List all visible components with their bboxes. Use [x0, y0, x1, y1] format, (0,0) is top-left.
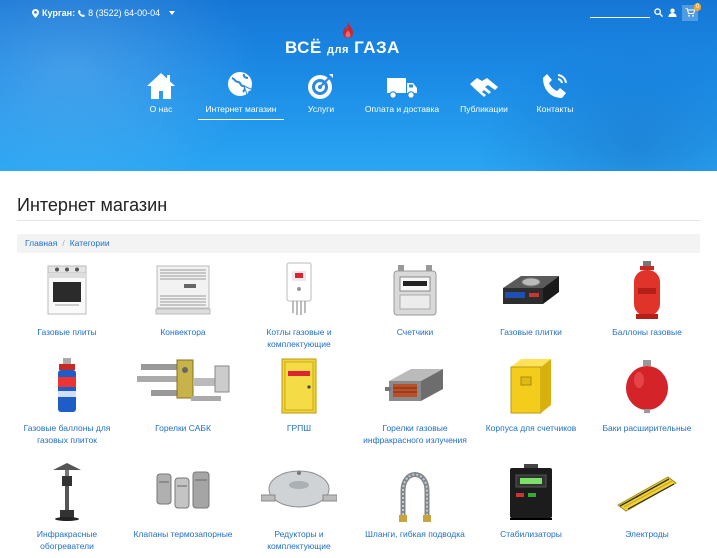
- breadcrumb-categories-link[interactable]: Категории: [70, 238, 110, 248]
- portable-stove-icon: [499, 270, 563, 315]
- boiler-icon: [281, 261, 317, 324]
- category-name: Корпуса для счетчиков: [485, 423, 577, 433]
- category-card[interactable]: Клапаны термозапорные: [126, 462, 240, 540]
- nav-item-contacts[interactable]: Контакты: [532, 72, 578, 114]
- infrared-burner-icon: [383, 363, 447, 414]
- category-name: ГРПШ: [286, 423, 312, 433]
- category-name: Счетчики: [396, 327, 434, 337]
- phone-icon: [541, 72, 569, 102]
- category-card[interactable]: Газовые плитки: [474, 260, 588, 338]
- convector-icon: [154, 262, 212, 323]
- nav-item-label: Интернет магазин: [198, 104, 284, 120]
- category-name: Газовые плиты: [37, 327, 97, 337]
- phone-icon: [78, 9, 86, 17]
- category-card[interactable]: Стабилизаторы: [474, 462, 588, 540]
- category-name: Инфракрасные обогреватели: [36, 529, 98, 551]
- category-card[interactable]: Корпуса для счетчиков: [474, 356, 588, 434]
- category-name: Баки расширительные: [602, 423, 692, 433]
- site-logo[interactable]: ВСЁ для ГАЗА: [283, 22, 433, 57]
- expansion-tank-icon: [624, 358, 670, 419]
- page-title: Интернет магазин: [17, 195, 168, 215]
- gas-can-icon: [53, 357, 81, 420]
- valve-icon: [153, 468, 213, 521]
- search-icon[interactable]: [654, 4, 664, 22]
- breadcrumb: Главная / Категории: [17, 234, 700, 253]
- category-card[interactable]: Конвектора: [126, 260, 240, 338]
- meter-box-icon: [507, 357, 555, 420]
- category-name: Стабилизаторы: [500, 529, 562, 539]
- gas-meter-icon: [390, 263, 440, 322]
- globe-cursor-icon: [226, 70, 256, 102]
- category-card[interactable]: Электроды: [590, 462, 704, 540]
- category-name: Электроды: [625, 529, 669, 539]
- cart-button[interactable]: 0: [682, 3, 701, 21]
- category-name: Газовые плитки: [500, 327, 562, 337]
- nav-item-services[interactable]: Услуги: [298, 72, 344, 114]
- category-name: Котлы газовые и комплектующие: [266, 327, 332, 349]
- patio-heater-icon: [47, 462, 87, 527]
- category-name: Шланги, гибкая подводка: [365, 529, 465, 539]
- nav-item-delivery[interactable]: Оплата и доставка: [360, 72, 444, 114]
- category-name: Газовые баллоны для газовых плиток: [23, 423, 111, 445]
- logo-text: для: [327, 44, 349, 56]
- house-icon: [146, 72, 176, 102]
- nav-item-label: О нас: [149, 104, 173, 114]
- burner-icon: [131, 356, 235, 421]
- category-name: Редукторы и комплектующие: [267, 529, 331, 551]
- location-pin-icon: [32, 8, 39, 18]
- breadcrumb-separator: /: [62, 238, 65, 248]
- nav-item-shop[interactable]: Интернет магазин: [198, 72, 284, 120]
- breadcrumb-home-link[interactable]: Главная: [25, 238, 57, 248]
- stabilizer-icon: [506, 463, 556, 526]
- handshake-icon: [468, 74, 500, 102]
- category-name: Баллоны газовые: [612, 327, 682, 337]
- user-icon[interactable]: [668, 4, 677, 22]
- logo-text: ГАЗА: [354, 38, 400, 57]
- category-card[interactable]: Шланги, гибкая подводка: [358, 462, 472, 540]
- hose-icon: [389, 461, 441, 528]
- nav-item-label: Услуги: [307, 104, 335, 114]
- category-card[interactable]: Баки расширительные: [590, 356, 704, 434]
- category-name: Горелки газовые инфракрасного излучения: [363, 423, 467, 445]
- category-card[interactable]: Инфракрасные обогреватели: [10, 462, 124, 552]
- category-name: Конвектора: [160, 327, 206, 337]
- category-card[interactable]: Горелки газовые инфракрасного излучения: [358, 356, 472, 446]
- search-input[interactable]: [590, 8, 650, 18]
- regulator-icon: [260, 467, 338, 522]
- nav-item-label: Оплата и доставка: [364, 104, 440, 114]
- category-name: Клапаны термозапорные: [133, 529, 233, 539]
- category-card[interactable]: ГРПШ: [242, 356, 356, 434]
- category-card[interactable]: Котлы газовые и комплектующие: [242, 260, 356, 350]
- gas-cylinder-icon: [631, 260, 663, 325]
- nav-item-label: Публикации: [460, 104, 508, 114]
- truck-icon: [386, 76, 418, 102]
- city-label: Курган:: [42, 8, 76, 18]
- cart-count-badge: 0: [694, 3, 701, 11]
- category-card[interactable]: Счетчики: [358, 260, 472, 338]
- cabinet-icon: [279, 357, 319, 420]
- title-divider: [17, 220, 700, 221]
- nav-item-label: Контакты: [536, 104, 574, 114]
- electrodes-icon: [614, 469, 680, 520]
- phone-number[interactable]: 8 (3522) 64-00-04: [88, 8, 160, 18]
- header-banner: Курган: 8 (3522) 64-00-04 0 ВСЁ для ГАЗА…: [0, 0, 717, 171]
- category-card[interactable]: Баллоны газовые: [590, 260, 704, 338]
- stove-icon: [45, 264, 89, 321]
- chevron-down-icon[interactable]: [169, 11, 176, 15]
- main-nav: О нас Интернет магазин Услуги Оплата и д…: [0, 72, 717, 122]
- category-card[interactable]: Редукторы и комплектующие: [242, 462, 356, 552]
- category-card[interactable]: Газовые баллоны для газовых плиток: [10, 356, 124, 446]
- nav-item-about[interactable]: О нас: [136, 72, 186, 114]
- nav-item-publications[interactable]: Публикации: [456, 72, 512, 114]
- logo-text: ВСЁ: [285, 38, 322, 57]
- contact-bar: Курган: 8 (3522) 64-00-04: [32, 8, 176, 18]
- target-icon: [307, 72, 335, 102]
- category-card[interactable]: Горелки САБК: [126, 356, 240, 434]
- category-card[interactable]: Газовые плиты: [10, 260, 124, 338]
- category-name: Горелки САБК: [155, 423, 211, 433]
